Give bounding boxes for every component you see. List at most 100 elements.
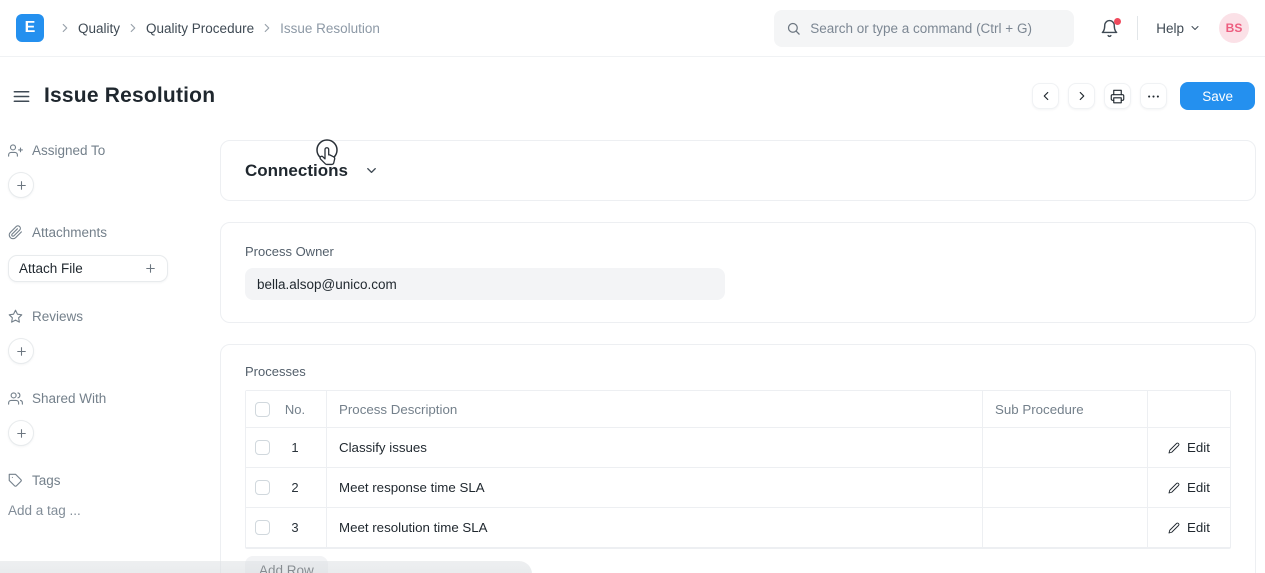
- tags-section: Tags Add a tag ...: [8, 470, 200, 518]
- select-all-checkbox[interactable]: [255, 402, 270, 417]
- row-checkbox[interactable]: [255, 440, 270, 455]
- breadcrumb: Quality Quality Procedure Issue Resoluti…: [58, 21, 380, 36]
- paperclip-icon: [8, 225, 23, 240]
- print-button[interactable]: [1104, 83, 1131, 109]
- attach-file-label: Attach File: [19, 261, 83, 276]
- assigned-to-label: Assigned To: [32, 143, 105, 158]
- user-plus-icon: [8, 143, 23, 158]
- app-logo[interactable]: E: [16, 14, 44, 42]
- tag-icon: [8, 473, 23, 488]
- add-tag-input[interactable]: Add a tag ...: [8, 503, 200, 518]
- edit-row-button[interactable]: Edit: [1168, 440, 1210, 455]
- connections-section[interactable]: Connections: [220, 140, 1256, 201]
- breadcrumb-item-quality[interactable]: Quality: [78, 21, 120, 36]
- help-label: Help: [1156, 21, 1184, 36]
- add-review-button[interactable]: [8, 338, 34, 364]
- chevron-down-icon: [1189, 22, 1201, 34]
- shared-with-section: Shared With: [8, 388, 200, 446]
- chevron-right-icon: [126, 21, 140, 35]
- content: Assigned To Attachments Attach File: [0, 117, 1265, 573]
- edit-label: Edit: [1187, 480, 1210, 495]
- row-number: 2: [270, 480, 326, 495]
- prev-record-button[interactable]: [1032, 83, 1059, 109]
- notification-dot: [1114, 18, 1121, 25]
- page-header: Issue Resolution Save: [8, 75, 1255, 117]
- attachments-section: Attachments Attach File: [8, 222, 200, 282]
- plus-icon: [15, 179, 28, 192]
- assigned-to-section: Assigned To: [8, 140, 200, 198]
- chevron-right-icon: [260, 21, 274, 35]
- add-share-button[interactable]: [8, 420, 34, 446]
- tags-label: Tags: [32, 473, 61, 488]
- shared-with-label: Shared With: [32, 391, 106, 406]
- navbar: E Quality Quality Procedure Issue Resolu…: [0, 0, 1265, 57]
- divider: [1137, 16, 1138, 40]
- processes-label: Processes: [245, 364, 1231, 379]
- edit-row-button[interactable]: Edit: [1168, 520, 1210, 535]
- process-owner-label: Process Owner: [245, 244, 1231, 259]
- ellipsis-icon: [1146, 89, 1161, 104]
- table-row[interactable]: 2 Meet response time SLA Edit: [246, 468, 1230, 508]
- chevron-right-icon: [1075, 89, 1089, 103]
- plus-icon: [15, 345, 28, 358]
- page-title: Issue Resolution: [44, 84, 215, 108]
- process-owner-field[interactable]: [245, 268, 725, 300]
- reviews-section: Reviews: [8, 306, 200, 364]
- global-search[interactable]: [774, 10, 1074, 47]
- next-record-button[interactable]: [1068, 83, 1095, 109]
- column-header-sub-procedure: Sub Procedure: [983, 391, 1148, 427]
- column-header-no: No.: [270, 402, 326, 417]
- column-header-description: Process Description: [327, 391, 983, 427]
- notifications-button[interactable]: [1100, 19, 1119, 38]
- chevron-right-icon: [58, 21, 72, 35]
- row-sub-procedure[interactable]: [983, 508, 1148, 547]
- processes-grid: No. Process Description Sub Procedure 1 …: [245, 390, 1231, 549]
- row-description[interactable]: Meet response time SLA: [327, 468, 983, 507]
- form-body: Connections Process Owner Processes No.: [220, 117, 1256, 573]
- pencil-icon: [1168, 482, 1180, 494]
- row-sub-procedure[interactable]: [983, 428, 1148, 467]
- grid-header-row: No. Process Description Sub Procedure: [246, 391, 1230, 428]
- row-sub-procedure[interactable]: [983, 468, 1148, 507]
- hamburger-icon: [12, 87, 31, 106]
- add-assignment-button[interactable]: [8, 172, 34, 198]
- edit-label: Edit: [1187, 440, 1210, 455]
- page: E Quality Quality Procedure Issue Resolu…: [0, 0, 1265, 573]
- connections-title: Connections: [245, 161, 348, 181]
- row-checkbox[interactable]: [255, 480, 270, 495]
- processes-section: Processes No. Process Description Sub Pr…: [220, 344, 1256, 573]
- edit-row-button[interactable]: Edit: [1168, 480, 1210, 495]
- form-sidebar: Assigned To Attachments Attach File: [0, 117, 220, 573]
- edit-label: Edit: [1187, 520, 1210, 535]
- breadcrumb-item-current: Issue Resolution: [280, 21, 380, 36]
- row-description[interactable]: Meet resolution time SLA: [327, 508, 983, 547]
- row-number: 1: [270, 440, 326, 455]
- row-description[interactable]: Classify issues: [327, 428, 983, 467]
- user-avatar[interactable]: BS: [1219, 13, 1249, 43]
- chevron-down-icon: [364, 163, 379, 178]
- sidebar-toggle-button[interactable]: [8, 83, 34, 109]
- plus-icon: [15, 427, 28, 440]
- reviews-label: Reviews: [32, 309, 83, 324]
- add-row-button[interactable]: Add Row: [245, 556, 328, 573]
- save-button[interactable]: Save: [1180, 82, 1255, 110]
- search-icon: [786, 21, 801, 36]
- process-owner-section: Process Owner: [220, 222, 1256, 323]
- printer-icon: [1110, 89, 1125, 104]
- pencil-icon: [1168, 442, 1180, 454]
- pencil-icon: [1168, 522, 1180, 534]
- row-number: 3: [270, 520, 326, 535]
- row-checkbox[interactable]: [255, 520, 270, 535]
- breadcrumb-item-quality-procedure[interactable]: Quality Procedure: [146, 21, 254, 36]
- star-icon: [8, 309, 23, 324]
- search-input[interactable]: [810, 21, 1062, 36]
- more-options-button[interactable]: [1140, 83, 1167, 109]
- table-row[interactable]: 3 Meet resolution time SLA Edit: [246, 508, 1230, 548]
- table-row[interactable]: 1 Classify issues Edit: [246, 428, 1230, 468]
- attach-file-button[interactable]: Attach File: [8, 255, 168, 282]
- users-icon: [8, 391, 23, 406]
- chevron-left-icon: [1039, 89, 1053, 103]
- help-menu[interactable]: Help: [1156, 21, 1201, 36]
- attachments-label: Attachments: [32, 225, 107, 240]
- plus-icon: [144, 262, 157, 275]
